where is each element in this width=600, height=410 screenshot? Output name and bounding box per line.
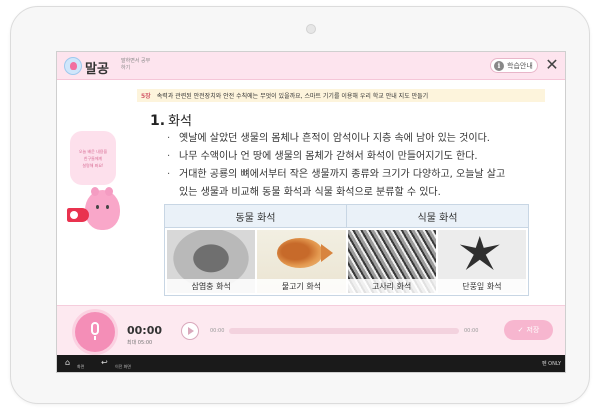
chapter-label: 5장 xyxy=(141,93,151,100)
playback-end-time: 00:00 xyxy=(464,328,479,334)
bubble-line: 설명해 봐요! xyxy=(82,162,104,168)
header-plant-fossils: 식물 화석 xyxy=(417,212,458,224)
trilobite-fossil-image: 삼엽충 화석 xyxy=(167,230,256,293)
home-label: 화면 xyxy=(77,364,85,369)
question-text: 속력과 관련된 안전장치와 안전 수칙에는 무엇이 있을까요, 스마트 기기를 … xyxy=(156,93,429,100)
bullet-item: 옛날에 살았던 생물의 몸체나 흔적이 암석이나 지층 속에 남아 있는 것이다… xyxy=(167,130,547,148)
image-caption: 고사리 화석 xyxy=(347,279,436,293)
mascot-eye xyxy=(106,205,109,209)
fish-shape xyxy=(277,238,324,268)
mascot-character xyxy=(85,187,120,230)
playback-start-time: 00:00 xyxy=(210,328,225,334)
bubble-line: 친구들에게 xyxy=(83,155,103,161)
back-icon[interactable]: ↩ xyxy=(101,358,108,367)
fish-tail-shape xyxy=(321,244,334,262)
bubble-line: 오늘 배운 내용을 xyxy=(78,148,108,154)
playback-progress-bar[interactable] xyxy=(229,328,459,334)
maple-leaf-fossil-image: 단풍잎 화석 xyxy=(437,230,526,293)
microphone-stand xyxy=(94,336,96,340)
close-button[interactable]: ✕ xyxy=(544,56,560,74)
app-logo-icon xyxy=(64,57,82,75)
bullet-item: 거대한 공룡의 뼈에서부터 작은 생물까지 종류와 크기가 다양하고, 오늘날 … xyxy=(167,166,547,184)
app-screen: 말공 말하면서 공부하기 i 학습안내 ✕ 5장 속력과 관련된 안전장치와 안… xyxy=(56,51,566,373)
system-nav-bar: ⌂ 화면 ↩ 이전 화면 펜 ONLY xyxy=(57,355,565,372)
bullet-item: 나무 수액이나 언 땅에 생물의 몸체가 갇혀서 화석이 만들어지기도 한다. xyxy=(167,148,547,166)
megaphone-icon xyxy=(67,208,89,222)
header-animal-fossils: 동물 화석 xyxy=(165,205,347,227)
record-max-time: 최대 05:00 xyxy=(127,340,153,346)
section-heading: 1. 화석 xyxy=(150,110,192,129)
save-label: 저장 xyxy=(526,326,540,334)
bullet-continuation: 있는 생물과 비교해 동물 화석과 식물 화석으로 분류할 수 있다. xyxy=(179,187,441,198)
play-button[interactable] xyxy=(181,322,199,340)
mascot-eye xyxy=(96,205,99,209)
fern-fossil-image: 고사리 화석 xyxy=(347,230,436,293)
back-label: 이전 화면 xyxy=(115,364,131,369)
home-icon[interactable]: ⌂ xyxy=(65,358,70,367)
info-icon: i xyxy=(494,60,504,71)
speech-bubble: 오늘 배운 내용을 친구들에게 설명해 봐요! xyxy=(70,131,116,185)
app-title: 말공 xyxy=(85,62,109,77)
fossil-images: 삼엽충 화석 물고기 화석 고사리 화석 단풍잎 화석 xyxy=(165,228,528,295)
top-bar: 말공 말하면서 공부하기 i 학습안내 ✕ xyxy=(57,52,565,80)
learning-guide-button[interactable]: i 학습안내 xyxy=(490,58,538,73)
record-button[interactable] xyxy=(75,312,115,352)
section-number: 1. xyxy=(150,113,166,129)
question-strip: 5장 속력과 관련된 안전장치와 안전 수칙에는 무엇이 있을까요, 스마트 기… xyxy=(137,89,545,102)
image-caption: 물고기 화석 xyxy=(257,279,346,293)
learning-guide-label: 학습안내 xyxy=(507,61,533,70)
check-icon: ✓ xyxy=(517,326,524,334)
microphone-icon xyxy=(91,322,99,335)
app-subtitle: 말하면서 공부하기 xyxy=(121,58,151,71)
fish-fossil-image: 물고기 화석 xyxy=(257,230,346,293)
pen-only-label: 펜 ONLY xyxy=(541,361,561,367)
record-time: 00:00 xyxy=(127,324,163,337)
leaf-shape xyxy=(459,236,500,270)
save-button[interactable]: ✓ 저장 xyxy=(504,320,553,340)
bullet-list: 옛날에 살았던 생물의 몸체나 흔적이 암석이나 지층 속에 남아 있는 것이다… xyxy=(167,130,547,202)
image-caption: 삼엽충 화석 xyxy=(167,279,256,293)
recorder-bar: 00:00 최대 05:00 00:00 00:00 ✓ 저장 xyxy=(57,305,565,355)
fossil-table: 동물 화석 식물 화석 삼엽충 화석 물고기 화석 고사리 화석 단풍잎 화석 xyxy=(164,204,529,296)
front-camera xyxy=(306,24,316,34)
tablet-frame: 말공 말하면서 공부하기 i 학습안내 ✕ 5장 속력과 관련된 안전장치와 안… xyxy=(10,6,590,404)
section-title: 화석 xyxy=(168,114,192,129)
image-caption: 단풍잎 화석 xyxy=(437,279,526,293)
table-header: 동물 화석 식물 화석 xyxy=(165,205,528,228)
